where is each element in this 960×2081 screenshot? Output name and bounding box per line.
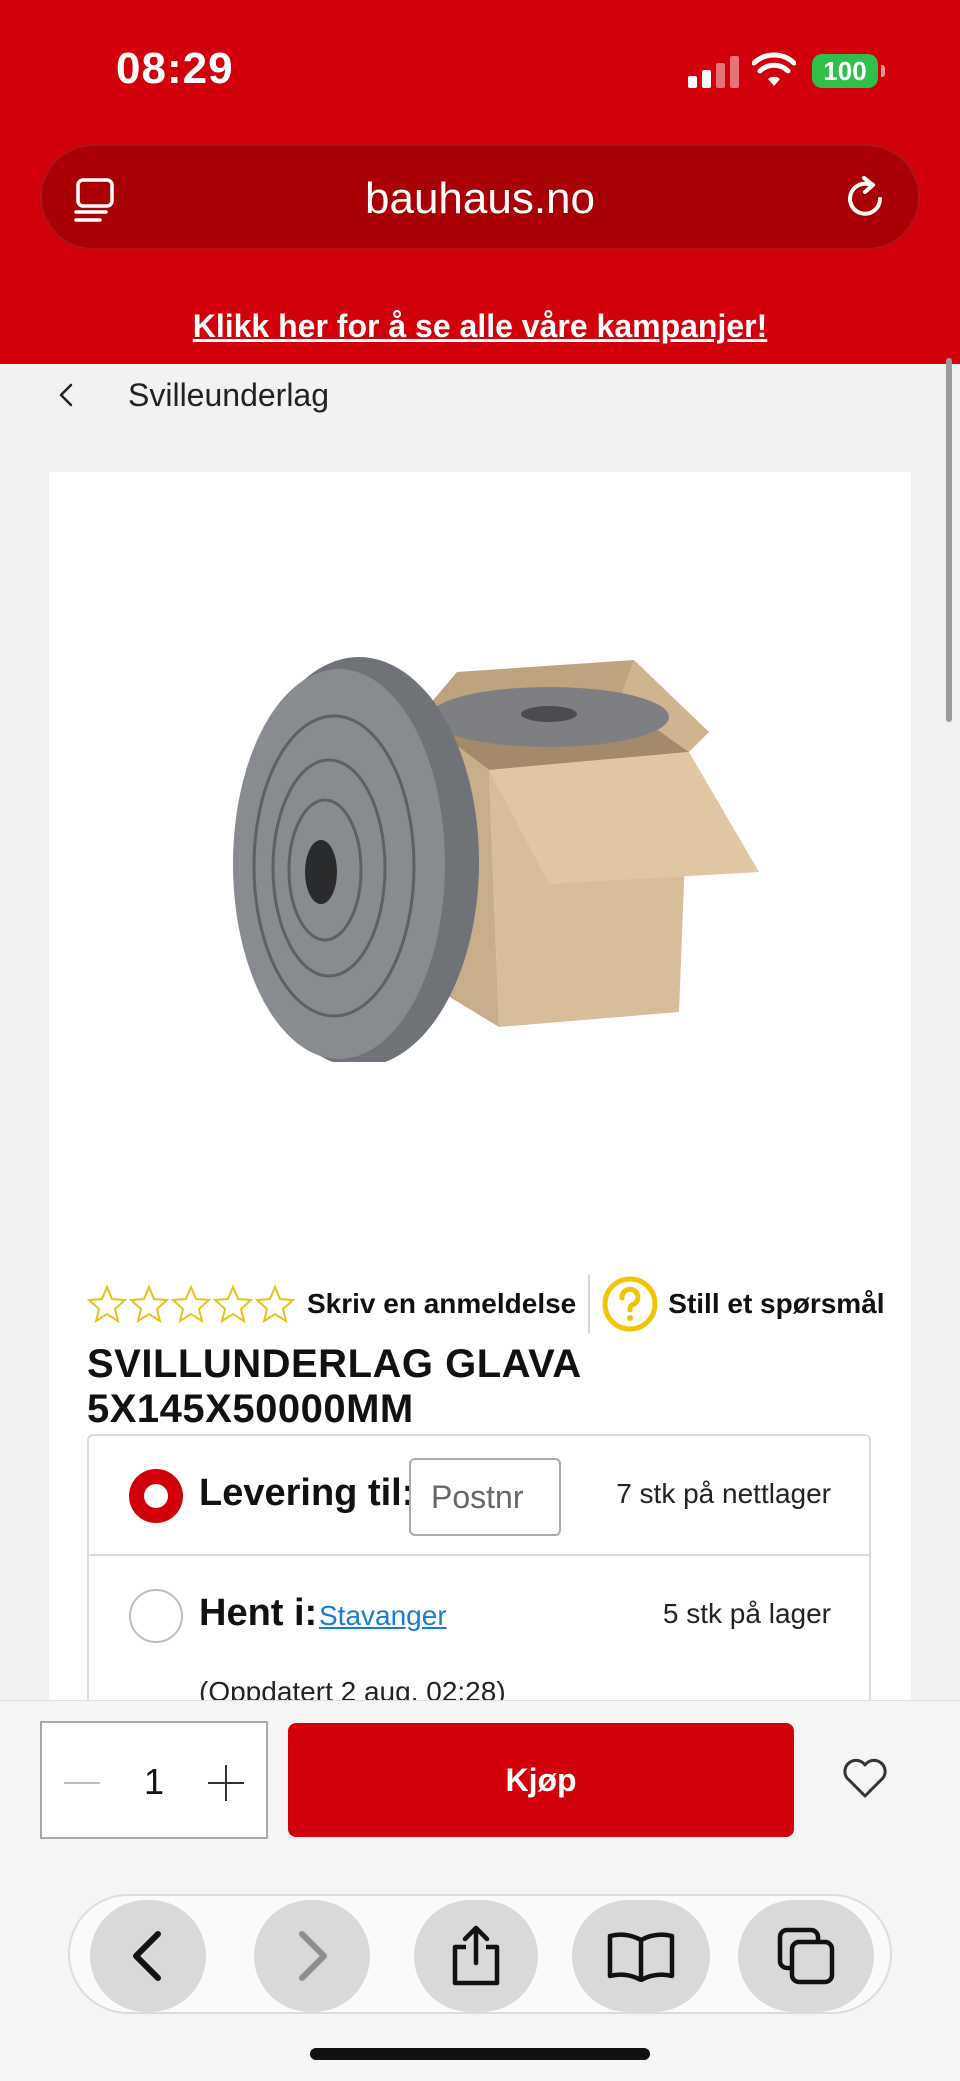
bookmarks-button[interactable] [572, 1900, 710, 2012]
breadcrumb-label[interactable]: Svilleunderlag [128, 377, 329, 414]
battery-indicator: 100 [812, 54, 885, 88]
rating-stars[interactable] [87, 1284, 297, 1324]
buy-button[interactable]: Kjøp [288, 1723, 794, 1837]
rating-row: Skriv en anmeldelse Still et spørsmål [87, 1272, 887, 1336]
pickup-label: Hent i: [199, 1592, 318, 1634]
page-scrollbar[interactable] [946, 358, 952, 722]
delivery-option-pickup[interactable]: Hent i: Stavanger 5 stk på lager (Oppdat… [89, 1556, 869, 1707]
star-icon [129, 1284, 169, 1324]
back-button[interactable] [90, 1900, 206, 2012]
cellular-signal-icon [688, 56, 740, 88]
store-link[interactable]: Stavanger [319, 1600, 447, 1632]
postnr-input[interactable] [409, 1458, 561, 1536]
online-stock: 7 stk på nettlager [616, 1478, 831, 1509]
share-icon [452, 1925, 500, 1986]
star-icon [255, 1284, 295, 1324]
campaigns-link[interactable]: Klikk her for å se alle våre kampanjer! [0, 308, 960, 345]
wifi-icon [752, 52, 796, 86]
tabs-icon [777, 1927, 835, 1985]
browser-toolbar [68, 1894, 892, 2014]
address-bar[interactable]: bauhaus.no [40, 144, 920, 250]
share-button[interactable] [414, 1900, 538, 2012]
question-icon[interactable] [602, 1276, 658, 1332]
status-time: 08:29 [116, 44, 234, 93]
pickup-radio[interactable] [129, 1589, 183, 1643]
plus-icon[interactable] [206, 1763, 246, 1803]
heart-icon[interactable] [842, 1757, 888, 1799]
url-text[interactable]: bauhaus.no [42, 174, 918, 224]
divider [588, 1274, 591, 1334]
bookmarks-icon [607, 1932, 675, 1982]
star-icon [87, 1284, 127, 1324]
product-image[interactable] [169, 622, 849, 1062]
quantity-stepper[interactable]: 1 [40, 1721, 268, 1839]
write-review-link[interactable]: Skriv en anmeldelse [307, 1288, 576, 1320]
purchase-bar: 1 Kjøp [0, 1700, 960, 2081]
star-icon [171, 1284, 211, 1324]
reload-icon[interactable] [840, 174, 890, 224]
chevron-left-icon[interactable] [48, 375, 88, 415]
product-title: SVILLUNDERLAG GLAVA 5X145X50000MM [87, 1342, 581, 1431]
delivery-radio[interactable] [129, 1469, 183, 1523]
home-indicator [310, 2048, 650, 2060]
star-icon [213, 1284, 253, 1324]
store-stock: 5 stk på lager [662, 1598, 831, 1629]
forward-button[interactable] [254, 1900, 370, 2012]
delivery-option-ship[interactable]: Levering til: 7 stk på nettlager [89, 1436, 869, 1556]
delivery-label: Levering til: [199, 1472, 415, 1514]
breadcrumb[interactable]: Svilleunderlag [48, 372, 329, 418]
product-card: Skriv en anmeldelse Still et spørsmål SV… [49, 472, 911, 1734]
forward-icon [299, 1931, 327, 1981]
status-bar: 08:29 100 [0, 0, 960, 140]
tabs-button[interactable] [738, 1900, 874, 2012]
delivery-options: Levering til: 7 stk på nettlager Hent i:… [87, 1434, 871, 1734]
back-icon [133, 1931, 161, 1981]
ask-question-link[interactable]: Still et spørsmål [668, 1288, 884, 1320]
